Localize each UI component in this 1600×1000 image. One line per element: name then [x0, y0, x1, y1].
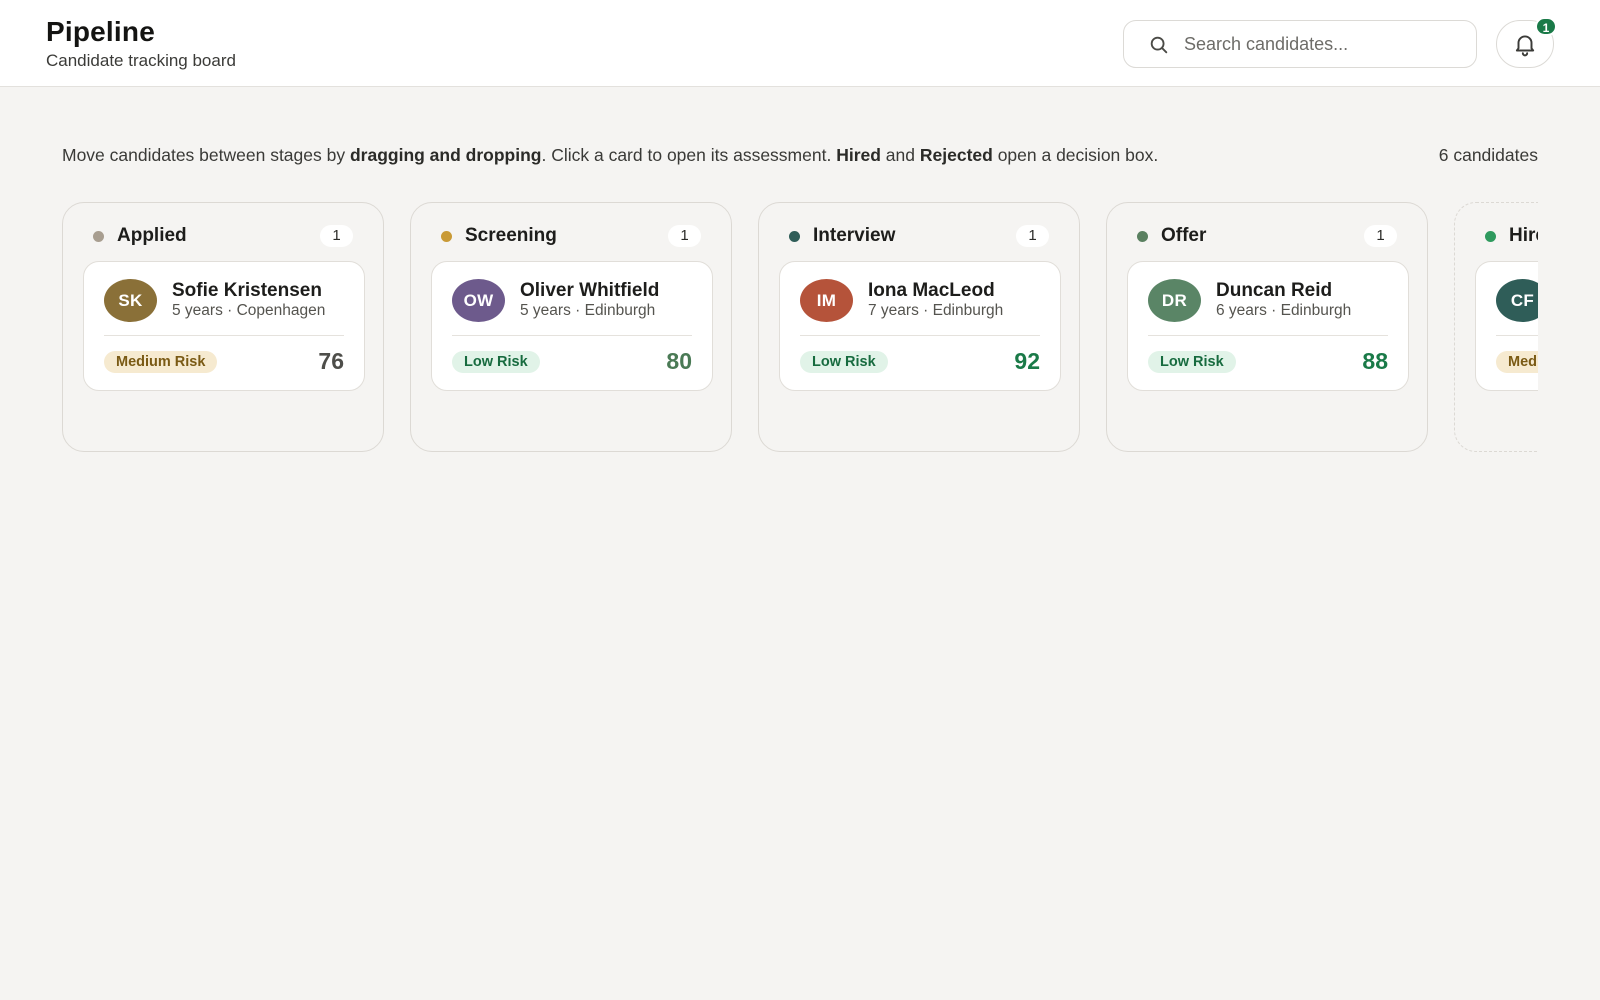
card-divider — [104, 335, 344, 336]
column-header: Offer 1 — [1137, 223, 1397, 249]
candidate-name: Duncan Reid — [1216, 280, 1333, 301]
candidate-name: Iona MacLeod — [868, 280, 995, 301]
column-title: Applied — [117, 225, 187, 246]
page-title: Pipeline — [46, 16, 155, 47]
search-input[interactable] — [1184, 21, 1464, 67]
instructions-bold: Hired — [836, 145, 881, 165]
column-applied[interactable]: Applied 1 SK Sofie Kristensen 5 years · … — [62, 202, 384, 452]
candidate-meta: 5 years · Copenhagen — [172, 302, 326, 319]
instructions-text: Move candidates between stages by draggi… — [62, 143, 1402, 167]
candidate-card[interactable]: SK Sofie Kristensen 5 years · Copenhagen… — [83, 261, 365, 391]
candidate-card[interactable]: CF Medium Risk — [1475, 261, 1538, 391]
column-offer[interactable]: Offer 1 DR Duncan Reid 6 years · Edinbur… — [1106, 202, 1428, 452]
avatar: CF — [1496, 279, 1538, 322]
kanban-board: Applied 1 SK Sofie Kristensen 5 years · … — [62, 202, 1538, 454]
stage-dot — [1485, 231, 1496, 242]
avatar: IM — [800, 279, 853, 322]
score: 76 — [318, 348, 344, 374]
card-divider — [452, 335, 692, 336]
card-divider — [1496, 335, 1538, 336]
score: 92 — [1014, 348, 1040, 374]
search-box[interactable] — [1123, 20, 1477, 68]
column-screening[interactable]: Screening 1 OW Oliver Whitfield 5 years … — [410, 202, 732, 452]
stage-dot — [93, 231, 104, 242]
risk-badge: Medium Risk — [104, 351, 218, 373]
notification-badge: 1 — [1535, 17, 1557, 36]
notifications-button[interactable]: 1 — [1496, 17, 1557, 68]
page-subtitle: Candidate tracking board — [46, 51, 236, 70]
stage-dot — [1137, 231, 1148, 242]
column-header: Applied 1 — [93, 223, 353, 249]
stage-dot — [441, 231, 452, 242]
risk-badge: Medium Risk — [1496, 351, 1538, 373]
score: 80 — [666, 348, 692, 374]
instructions-bold: Rejected — [919, 145, 993, 165]
avatar: DR — [1148, 279, 1201, 322]
risk-badge: Low Risk — [800, 351, 888, 373]
card-divider — [1148, 335, 1388, 336]
instructions-part: open a decision box. — [992, 145, 1159, 165]
bell-icon — [1515, 35, 1535, 57]
avatar: OW — [452, 279, 505, 322]
column-count: 1 — [1016, 225, 1049, 247]
column-count: 1 — [320, 225, 353, 247]
app-header: Pipeline Candidate tracking board 1 — [0, 0, 1600, 87]
candidate-name: Oliver Whitfield — [520, 280, 660, 301]
instructions-bold: dragging and dropping — [349, 145, 542, 165]
candidate-meta: 7 years · Edinburgh — [868, 302, 1004, 319]
column-hired[interactable]: Hired 1 CF Medium Risk — [1454, 202, 1538, 452]
column-title: Interview — [813, 225, 896, 246]
column-header: Interview 1 — [789, 223, 1049, 249]
search-icon — [1150, 36, 1168, 54]
instructions-part: . Click a card to open its assessment. — [541, 145, 837, 165]
column-header: Screening 1 — [441, 223, 701, 249]
column-interview[interactable]: Interview 1 IM Iona MacLeod 7 years · Ed… — [758, 202, 1080, 452]
instructions-part: and — [880, 145, 920, 165]
column-count: 1 — [1364, 225, 1397, 247]
column-count: 1 — [668, 225, 701, 247]
risk-badge: Low Risk — [1148, 351, 1236, 373]
candidate-name: Sofie Kristensen — [172, 280, 322, 301]
brand: Pipeline Candidate tracking board — [46, 16, 236, 72]
candidate-card[interactable]: OW Oliver Whitfield 5 years · Edinburgh … — [431, 261, 713, 391]
column-title: Hired — [1509, 225, 1538, 246]
stage-dot — [789, 231, 800, 242]
column-title: Screening — [465, 225, 557, 246]
candidate-meta: 5 years · Edinburgh — [520, 302, 656, 319]
instructions-part: Move candidates between stages by — [62, 145, 350, 165]
candidate-card[interactable]: DR Duncan Reid 6 years · Edinburgh Low R… — [1127, 261, 1409, 391]
risk-badge: Low Risk — [452, 351, 540, 373]
score: 88 — [1362, 348, 1388, 374]
avatar: SK — [104, 279, 157, 322]
column-header: Hired 1 — [1485, 223, 1538, 249]
candidate-meta: 6 years · Edinburgh — [1216, 302, 1352, 319]
card-divider — [800, 335, 1040, 336]
candidate-card[interactable]: IM Iona MacLeod 7 years · Edinburgh Low … — [779, 261, 1061, 391]
column-title: Offer — [1161, 225, 1207, 246]
candidate-count: 6 candidates — [1438, 145, 1538, 165]
